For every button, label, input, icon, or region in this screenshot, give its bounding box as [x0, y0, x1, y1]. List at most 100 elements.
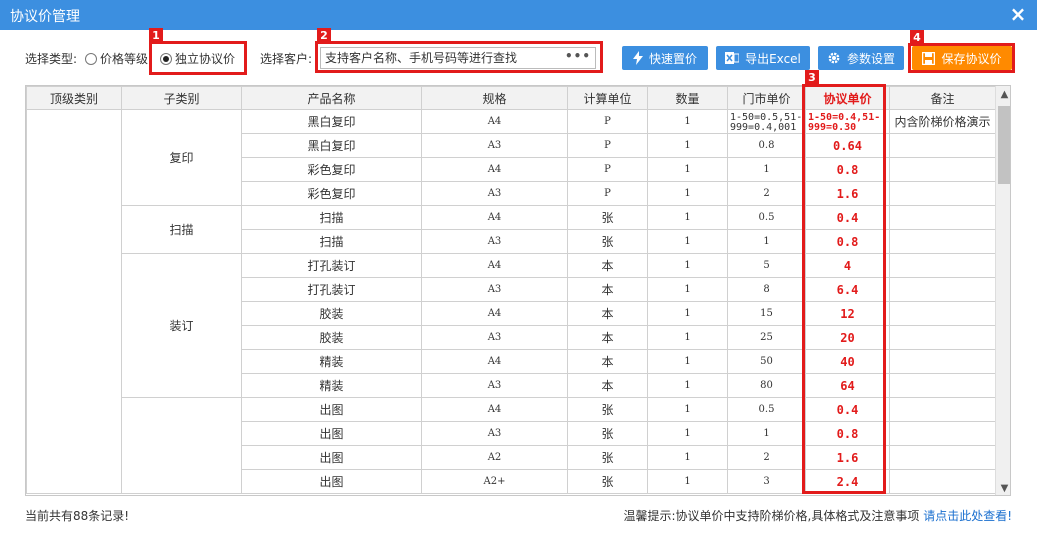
- header-unit[interactable]: 计算单位: [567, 86, 648, 110]
- customer-search[interactable]: •••: [320, 47, 596, 69]
- retail-price-cell: 3: [727, 469, 806, 494]
- settings-button[interactable]: 参数设置: [818, 46, 904, 70]
- note-cell[interactable]: [889, 325, 996, 350]
- agreement-price-cell[interactable]: 40: [805, 349, 890, 374]
- retail-price-cell: 1: [727, 157, 806, 182]
- qty-cell: 1: [647, 205, 728, 230]
- agreement-price-cell[interactable]: 20: [805, 325, 890, 350]
- unit-cell: 本: [567, 373, 648, 398]
- product-cell: 扫描: [241, 205, 422, 230]
- agreement-price-cell[interactable]: 2.4: [805, 469, 890, 494]
- vertical-scrollbar[interactable]: ▲ ▼: [995, 86, 1010, 495]
- agreement-price-cell[interactable]: 1.6: [805, 181, 890, 206]
- retail-price-cell: 15: [727, 301, 806, 326]
- agreement-price-cell[interactable]: 0.8: [805, 157, 890, 182]
- agreement-price-cell[interactable]: 1.6: [805, 445, 890, 470]
- footer-tip-link[interactable]: 请点击此处查看!: [923, 509, 1012, 523]
- note-cell[interactable]: [889, 277, 996, 302]
- qty-cell: 1: [647, 373, 728, 398]
- scroll-down-icon[interactable]: ▼: [996, 480, 1010, 495]
- agreement-price-cell[interactable]: 0.4: [805, 397, 890, 422]
- header-top-category[interactable]: 顶级类别: [26, 86, 122, 110]
- save-agreement-price-button[interactable]: 保存协议价: [912, 46, 1012, 70]
- header-retail-price[interactable]: 门市单价: [727, 86, 806, 110]
- retail-price-cell: 50: [727, 349, 806, 374]
- unit-cell: 本: [567, 277, 648, 302]
- note-cell[interactable]: [889, 397, 996, 422]
- radio-price-tier-label: 价格等级: [100, 52, 149, 66]
- quick-price-label: 快速置价: [648, 51, 697, 66]
- unit-cell: 本: [567, 325, 648, 350]
- agreement-price-cell[interactable]: 0.8: [805, 229, 890, 254]
- annotation-badge-4: 4: [910, 30, 924, 45]
- product-cell: 精装: [241, 349, 422, 374]
- price-table: 顶级类别 子类别 产品名称 规格 计算单位 数量 门市单价 协议单价 备注 复印…: [26, 86, 996, 494]
- more-icon[interactable]: •••: [565, 49, 591, 63]
- sub-category-cell: 装订: [121, 253, 242, 398]
- agreement-price-cell[interactable]: 0.8: [805, 421, 890, 446]
- agreement-price-cell[interactable]: 12: [805, 301, 890, 326]
- retail-price-cell: 2: [727, 181, 806, 206]
- unit-cell: 张: [567, 469, 648, 494]
- excel-icon: [725, 51, 740, 65]
- close-icon[interactable]: ×: [1007, 3, 1029, 25]
- note-cell[interactable]: [889, 349, 996, 374]
- radio-independent-price[interactable]: 独立协议价: [160, 50, 235, 67]
- spec-cell: A2+: [421, 469, 568, 494]
- note-cell[interactable]: [889, 133, 996, 158]
- agreement-price-cell[interactable]: 0.4: [805, 205, 890, 230]
- scroll-up-icon[interactable]: ▲: [996, 86, 1010, 103]
- header-spec[interactable]: 规格: [421, 86, 568, 110]
- table-row[interactable]: 扫描 扫描 A4 张 1 0.5 0.4: [27, 205, 996, 254]
- product-cell: 彩色复印: [241, 181, 422, 206]
- lightning-icon: [632, 51, 643, 65]
- spec-cell: A2: [421, 445, 568, 470]
- scroll-thumb[interactable]: [998, 106, 1010, 184]
- agreement-price-cell[interactable]: 6.4: [805, 277, 890, 302]
- table-row[interactable]: 装订 打孔装订 A4 本 1 5 4: [27, 253, 996, 398]
- save-icon: [922, 51, 936, 65]
- table-header-row: 顶级类别 子类别 产品名称 规格 计算单位 数量 门市单价 协议单价 备注: [26, 86, 996, 110]
- product-cell: 出图: [241, 397, 422, 422]
- qty-cell: 1: [647, 181, 728, 206]
- header-sub-category[interactable]: 子类别: [121, 86, 242, 110]
- export-excel-button[interactable]: 导出Excel: [716, 46, 810, 70]
- quick-price-button[interactable]: 快速置价: [622, 46, 708, 70]
- header-note[interactable]: 备注: [889, 86, 996, 110]
- note-cell[interactable]: [889, 373, 996, 398]
- agreement-price-cell[interactable]: 0.64: [805, 133, 890, 158]
- note-cell[interactable]: [889, 205, 996, 230]
- product-cell: 胶装: [241, 301, 422, 326]
- unit-cell: 本: [567, 253, 648, 278]
- note-cell[interactable]: [889, 469, 996, 494]
- radio-circle[interactable]: [85, 52, 97, 65]
- header-agreement-price[interactable]: 协议单价: [805, 86, 890, 110]
- note-cell[interactable]: 内含阶梯价格演示: [889, 109, 996, 134]
- agreement-price-grid: 顶级类别 子类别 产品名称 规格 计算单位 数量 门市单价 协议单价 备注 复印…: [25, 85, 1011, 496]
- unit-cell: P: [567, 157, 648, 182]
- agreement-price-cell[interactable]: 4: [805, 253, 890, 278]
- table-row[interactable]: 出图 A4 张 1 0.5 0.4: [27, 397, 996, 494]
- window-title: 协议价管理: [10, 9, 80, 25]
- note-cell[interactable]: [889, 421, 996, 446]
- note-cell[interactable]: [889, 445, 996, 470]
- header-product-name[interactable]: 产品名称: [241, 86, 422, 110]
- note-cell[interactable]: [889, 301, 996, 326]
- spec-cell: A4: [421, 253, 568, 278]
- table-row[interactable]: 复印 黑白复印 A4 P 1 1-50=0.5,51-999=0.4,001 1…: [26, 109, 996, 494]
- agreement-price-cell[interactable]: 64: [805, 373, 890, 398]
- agreement-price-cell[interactable]: 1-50=0.4,51-999=0.30: [805, 109, 890, 134]
- radio-circle-checked[interactable]: [160, 52, 172, 65]
- type-label: 选择类型:: [25, 52, 78, 66]
- customer-search-input[interactable]: [321, 48, 561, 68]
- header-quantity[interactable]: 数量: [647, 86, 728, 110]
- qty-cell: 1: [647, 277, 728, 302]
- note-cell[interactable]: [889, 181, 996, 206]
- note-cell[interactable]: [889, 157, 996, 182]
- radio-independent-price-label: 独立协议价: [175, 52, 236, 66]
- note-cell[interactable]: [889, 253, 996, 278]
- radio-price-tier[interactable]: 价格等级: [85, 50, 148, 67]
- note-cell[interactable]: [889, 229, 996, 254]
- annotation-badge-3: 3: [805, 70, 819, 85]
- retail-price-cell: 80: [727, 373, 806, 398]
